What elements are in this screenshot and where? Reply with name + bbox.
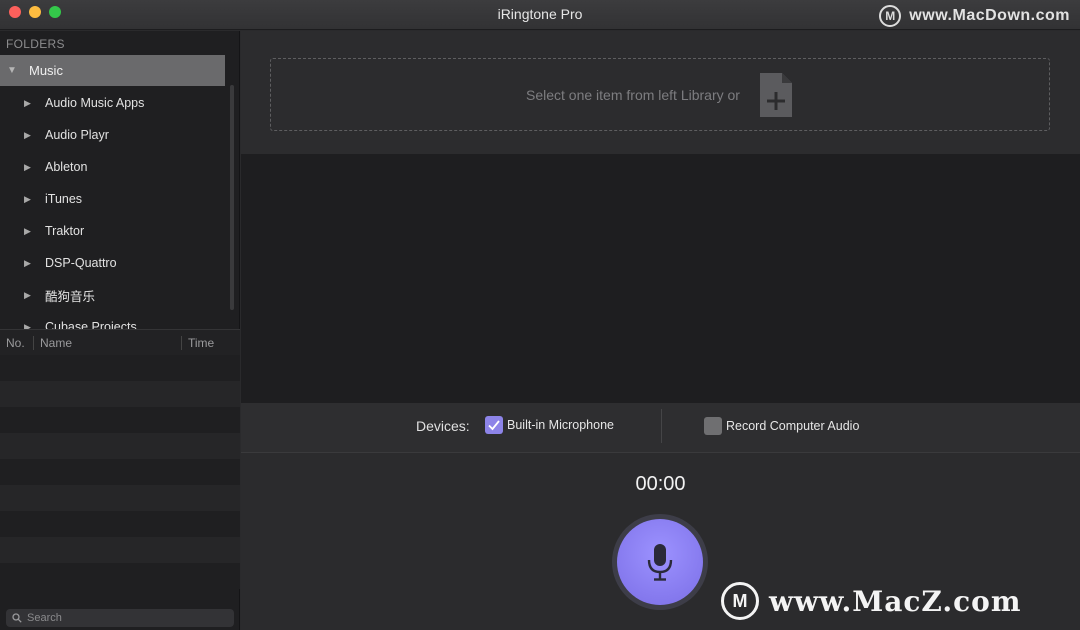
- watermark-logo-icon: M: [721, 582, 759, 620]
- watermark-bottom: M www.MacZ.com: [721, 582, 1021, 620]
- disclosure-right-icon[interactable]: ▶: [24, 194, 45, 205]
- folder-label: Traktor: [45, 224, 85, 238]
- folder-item-music[interactable]: ▼ Music: [0, 55, 225, 86]
- folder-item[interactable]: ▶ Ableton: [0, 151, 225, 183]
- search-input[interactable]: [27, 612, 217, 624]
- drop-zone-area: Select one item from left Library or: [241, 31, 1080, 154]
- folder-item[interactable]: ▶ Audio Playr: [0, 119, 225, 151]
- search-field[interactable]: [6, 609, 234, 627]
- disclosure-right-icon[interactable]: ▶: [24, 98, 45, 109]
- table-row: [0, 407, 240, 433]
- column-header-name[interactable]: Name: [34, 335, 182, 350]
- watermark-bottom-text: www.MacZ.com: [769, 584, 1022, 618]
- watermark-logo-icon: M: [879, 5, 902, 27]
- disclosure-down-icon[interactable]: ▼: [7, 65, 29, 76]
- folder-label: 酷狗音乐: [45, 289, 96, 304]
- folder-item[interactable]: ▶ DSP-Quattro: [0, 247, 225, 279]
- folder-item[interactable]: ▶ 酷狗音乐: [0, 279, 225, 311]
- waveform-area: [241, 154, 1080, 403]
- column-header-time[interactable]: Time: [182, 336, 214, 350]
- folder-item[interactable]: ▶ Cubase Projects: [0, 311, 225, 329]
- folder-label: DSP-Quattro: [45, 256, 117, 270]
- record-button-ring[interactable]: [612, 514, 708, 610]
- disclosure-right-icon[interactable]: ▶: [24, 162, 45, 173]
- record-computer-audio-label[interactable]: Record Computer Audio: [726, 419, 859, 433]
- folder-list: ▼ Music ▶ Audio Music Apps ▶ Audio Playr…: [0, 55, 240, 329]
- built-in-microphone-checkbox[interactable]: [485, 416, 503, 434]
- folder-list-scrollbar[interactable]: [230, 85, 234, 310]
- disclosure-right-icon[interactable]: ▶: [24, 226, 45, 237]
- folder-label: Audio Music Apps: [45, 96, 145, 110]
- table-row: [0, 381, 240, 407]
- disclosure-right-icon[interactable]: ▶: [24, 130, 45, 141]
- folder-label: Music: [29, 63, 63, 78]
- search-icon: [12, 613, 22, 623]
- table-row: [0, 433, 240, 459]
- track-table-body: [0, 355, 240, 605]
- devices-divider: [661, 409, 662, 443]
- watermark-top: M www.MacDown.com: [879, 5, 1070, 27]
- folder-item[interactable]: ▶ Traktor: [0, 215, 225, 247]
- devices-bar: Devices: Built-in Microphone Record Comp…: [241, 403, 1080, 453]
- folder-label: Audio Playr: [45, 128, 109, 142]
- table-row: [0, 563, 240, 589]
- table-row: [0, 485, 240, 511]
- disclosure-right-icon[interactable]: ▶: [24, 322, 45, 330]
- add-file-icon[interactable]: [758, 71, 794, 119]
- table-row: [0, 355, 240, 381]
- disclosure-right-icon[interactable]: ▶: [24, 258, 45, 269]
- checkmark-icon: [488, 420, 500, 431]
- folder-label: Ableton: [45, 160, 88, 174]
- record-computer-audio-checkbox[interactable]: [704, 417, 722, 435]
- built-in-microphone-label[interactable]: Built-in Microphone: [507, 418, 614, 432]
- table-row: [0, 459, 240, 485]
- disclosure-right-icon[interactable]: ▶: [24, 290, 45, 301]
- track-table-header: No. Name Time: [0, 329, 240, 355]
- main-panel: Select one item from left Library or Dev…: [241, 31, 1080, 630]
- sidebar: FOLDERS ▼ Music ▶ Audio Music Apps ▶ Aud…: [0, 31, 240, 630]
- record-button[interactable]: [617, 519, 703, 605]
- folders-section-label: FOLDERS: [6, 37, 65, 51]
- folder-label: Cubase Projects: [45, 320, 137, 329]
- title-bar: iRingtone Pro M www.MacDown.com: [0, 0, 1080, 30]
- drop-zone[interactable]: Select one item from left Library or: [270, 58, 1050, 131]
- folder-item[interactable]: ▶ Audio Music Apps: [0, 87, 225, 119]
- folder-label: iTunes: [45, 192, 83, 206]
- folder-item[interactable]: ▶ iTunes: [0, 183, 225, 215]
- table-row: [0, 537, 240, 563]
- column-header-no[interactable]: No.: [0, 335, 34, 350]
- table-row: [0, 511, 240, 537]
- record-timer: 00:00: [635, 473, 686, 495]
- drop-zone-text: Select one item from left Library or: [526, 86, 740, 103]
- watermark-top-text: www.MacDown.com: [909, 7, 1070, 24]
- devices-label: Devices:: [416, 418, 470, 434]
- microphone-icon: [647, 544, 673, 581]
